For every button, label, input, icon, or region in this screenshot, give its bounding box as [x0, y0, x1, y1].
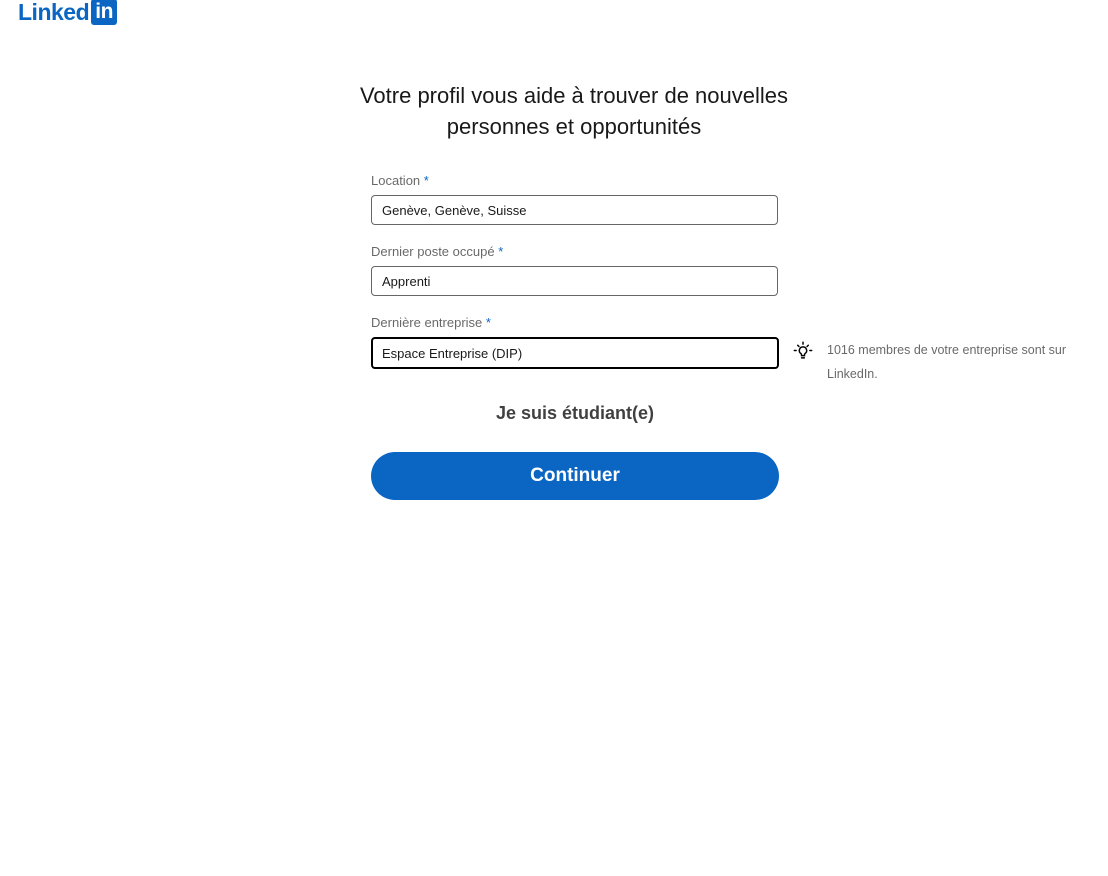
lightbulb-icon [793, 341, 813, 359]
job-title-field-group: Dernier poste occupé * [371, 243, 779, 296]
job-title-label-text: Dernier poste occupé [371, 244, 495, 259]
required-mark: * [485, 315, 491, 330]
job-title-label: Dernier poste occupé * [371, 243, 779, 261]
logo-in-box: in [91, 0, 118, 25]
company-input[interactable] [371, 337, 779, 369]
profile-form: Location * Dernier poste occupé * Derniè… [371, 172, 779, 369]
location-input[interactable] [371, 195, 778, 225]
page-title-line-1: Votre profil vous aide à trouver de nouv… [359, 83, 789, 108]
linkedin-logo[interactable]: Linked in [18, 0, 118, 26]
page-title: Votre profil vous aide à trouver de nouv… [314, 80, 834, 142]
required-mark: * [423, 173, 429, 188]
company-label: Dernière entreprise * [371, 314, 779, 332]
continue-button[interactable]: Continuer [371, 452, 779, 500]
page-title-line-2: personnes et opportunités [446, 114, 702, 139]
job-title-input[interactable] [371, 266, 778, 296]
company-field-group: Dernière entreprise * [371, 314, 779, 369]
company-label-text: Dernière entreprise [371, 315, 483, 330]
location-label: Location * [371, 172, 779, 190]
hint-text: 1016 membres de votre entreprise sont su… [827, 343, 1067, 381]
student-link[interactable]: Je suis étudiant(e) [371, 400, 779, 426]
location-field-group: Location * [371, 172, 779, 225]
required-mark: * [498, 244, 504, 259]
logo-wordmark: Linked [18, 0, 90, 25]
company-members-hint: 1016 membres de votre entreprise sont su… [792, 338, 1102, 386]
location-label-text: Location [371, 173, 421, 188]
